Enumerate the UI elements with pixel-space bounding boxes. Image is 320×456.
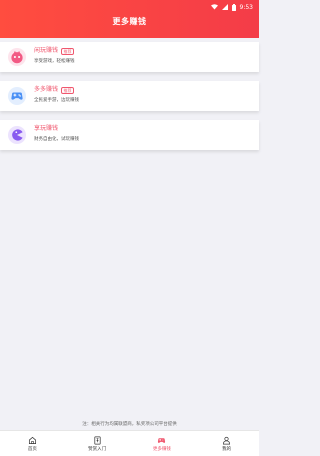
card-subtitle: 财务自由化，试玩赚钱 [34, 137, 79, 142]
user-icon [223, 436, 231, 444]
home-icon [28, 436, 36, 444]
status-bar: 9:53 [210, 2, 253, 12]
xianwan-icon [8, 48, 26, 66]
bottom-tab-bar: 首页 赞赏入门 更多赚钱 我的 [0, 430, 259, 456]
card-xiangwan[interactable]: 享玩赚钱 财务自由化，试玩赚钱 [0, 120, 259, 150]
card-subtitle: 全民爱手游，边玩赚钱 [34, 98, 79, 103]
recommend-badge: 推荐 [61, 47, 75, 55]
tab-more-earn[interactable]: 更多赚钱 [130, 431, 195, 456]
gamepad-icon [8, 87, 26, 105]
card-duoduo[interactable]: 多多赚钱 推荐 全民爱手游，边玩赚钱 [0, 81, 259, 111]
status-time: 9:53 [239, 3, 253, 11]
card-xianwan[interactable]: 闲玩赚钱 推荐 享受游戏，轻松赚钱 [0, 42, 259, 72]
tab-label: 我的 [222, 446, 232, 452]
document-icon [94, 436, 101, 444]
card-title-row: 闲玩赚钱 推荐 [34, 47, 75, 55]
card-title: 闲玩赚钱 [34, 47, 59, 54]
app-header: 9:53 更多赚钱 [0, 0, 259, 38]
tab-label: 赞赏入门 [88, 446, 107, 452]
wifi-icon [210, 4, 218, 10]
card-title: 多多赚钱 [34, 86, 59, 93]
battery-icon [231, 3, 236, 11]
recommend-badge: 推荐 [61, 86, 75, 94]
tab-profile[interactable]: 我的 [194, 431, 259, 456]
card-title: 享玩赚钱 [34, 125, 59, 132]
tab-guide[interactable]: 赞赏入门 [65, 431, 130, 456]
pacman-icon [8, 126, 26, 144]
card-title-row: 享玩赚钱 [34, 125, 58, 133]
page-title: 更多赚钱 [112, 17, 147, 26]
tab-label: 更多赚钱 [152, 446, 171, 452]
card-title-row: 多多赚钱 推荐 [34, 86, 75, 94]
footer-notice: 注：相关行为均属联盟商，私奖项公司平台提供 [82, 422, 177, 427]
gamepad-icon [158, 437, 166, 443]
tab-label: 首页 [27, 446, 37, 452]
signal-icon [221, 4, 228, 10]
card-subtitle: 享受游戏，轻松赚钱 [34, 59, 75, 64]
tab-home[interactable]: 首页 [0, 431, 65, 456]
